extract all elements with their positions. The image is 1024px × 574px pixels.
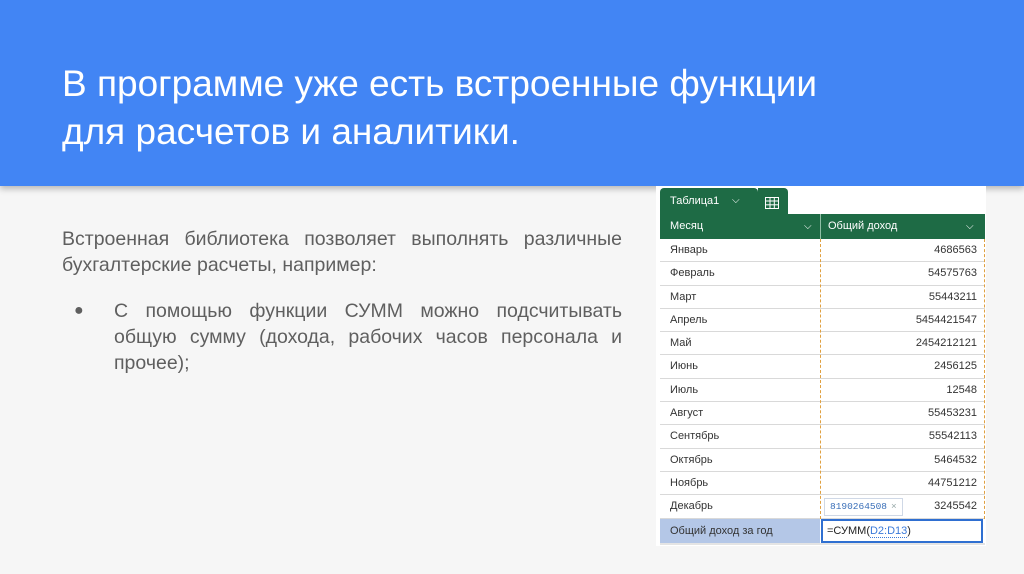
table-row: Январь 4686563 xyxy=(660,239,985,263)
month-cell[interactable]: Июль xyxy=(670,379,698,402)
month-cell[interactable]: Август xyxy=(670,402,703,425)
formula-prefix: =СУММ( xyxy=(827,525,870,537)
column-header-month[interactable]: Месяц xyxy=(670,214,703,239)
month-cell[interactable]: Июнь xyxy=(670,355,698,378)
table-header-row: Месяц ⌵ Общий доход ⌵ xyxy=(660,214,985,239)
table-bottom-border xyxy=(660,543,985,545)
table-tab-label: Таблица1 xyxy=(670,195,720,207)
slide-body: Встроенная библиотека позволяет выполнят… xyxy=(62,226,622,376)
month-cell[interactable]: Май xyxy=(670,332,692,355)
table-row: Октябрь 5464532 xyxy=(660,449,985,472)
bullet-item: ● С помощью функции СУММ можно подсчитыв… xyxy=(62,298,622,376)
bullet-dot-icon: ● xyxy=(74,302,84,319)
close-icon[interactable]: × xyxy=(891,501,897,512)
income-cell[interactable]: 4686563 xyxy=(934,239,977,262)
income-cell[interactable]: 54575763 xyxy=(928,262,977,285)
sum-tooltip: 8190264508 × xyxy=(824,498,903,516)
month-cell[interactable]: Январь xyxy=(670,239,708,262)
total-row: Общий доход за год =СУММ(D2:D13) xyxy=(660,519,985,543)
table-row: Ноябрь 44751212 xyxy=(660,472,985,496)
chevron-down-icon[interactable]: ⌵ xyxy=(804,214,812,239)
income-cell[interactable]: 44751212 xyxy=(928,472,977,495)
income-cell[interactable]: 55542113 xyxy=(929,425,977,448)
table-row: Декабрь 3245542 xyxy=(660,495,985,519)
sum-tooltip-value: 8190264508 xyxy=(830,501,888,512)
bullet-text: С помощью функции СУММ можно подсчитыват… xyxy=(114,300,622,374)
table-row: Май 2454212121 xyxy=(660,332,985,356)
intro-paragraph: Встроенная библиотека позволяет выполнят… xyxy=(62,228,622,276)
total-label-cell[interactable]: Общий доход за год xyxy=(660,519,820,543)
title-line-2: для расчетов и аналитики. xyxy=(62,111,520,152)
income-cell[interactable]: 2456125 xyxy=(934,355,977,378)
month-cell[interactable]: Ноябрь xyxy=(670,472,708,495)
table-row: Февраль 54575763 xyxy=(660,262,985,286)
formula-suffix: ) xyxy=(907,525,911,537)
income-cell[interactable]: 5454421547 xyxy=(916,309,977,332)
income-cell[interactable]: 12548 xyxy=(946,379,977,402)
header-divider xyxy=(820,214,821,239)
table-row: Апрель 5454421547 xyxy=(660,309,985,333)
month-cell[interactable]: Сентябрь xyxy=(670,425,719,448)
month-cell[interactable]: Февраль xyxy=(670,262,715,285)
table-grid-button[interactable] xyxy=(758,188,788,214)
selection-border-left xyxy=(820,239,821,519)
income-cell[interactable]: 3245542 xyxy=(934,495,977,518)
income-cell[interactable]: 2454212121 xyxy=(916,332,977,355)
formula-cell[interactable]: =СУММ(D2:D13) xyxy=(821,519,983,543)
table-row: Июнь 2456125 xyxy=(660,355,985,379)
slide-title: В программе уже есть встроенные функции … xyxy=(62,60,962,156)
selection-border-right xyxy=(984,239,985,519)
title-line-1: В программе уже есть встроенные функции xyxy=(62,63,818,104)
month-cell[interactable]: Апрель xyxy=(670,309,707,332)
table-tab[interactable]: Таблица1 ⌵ xyxy=(660,188,758,214)
column-header-income[interactable]: Общий доход xyxy=(828,214,897,239)
chevron-down-icon[interactable]: ⌵ xyxy=(966,214,974,239)
income-cell[interactable]: 5464532 xyxy=(934,449,977,472)
income-cell[interactable]: 55453231 xyxy=(928,402,977,425)
title-bar: В программе уже есть встроенные функции … xyxy=(0,0,1024,186)
table-row: Сентябрь 55542113 xyxy=(660,425,985,449)
month-cell[interactable]: Март xyxy=(670,286,696,309)
income-cell[interactable]: 55443211 xyxy=(929,286,977,309)
chevron-down-icon: ⌵ xyxy=(732,195,740,206)
formula-range-ref: D2:D13 xyxy=(869,525,908,538)
table-row: Август 55453231 xyxy=(660,402,985,426)
table-grid-icon xyxy=(765,197,779,209)
month-cell[interactable]: Декабрь xyxy=(670,495,713,518)
table-row: Март 55443211 xyxy=(660,286,985,309)
month-cell[interactable]: Октябрь xyxy=(670,449,713,472)
table-row: Июль 12548 xyxy=(660,379,985,403)
table-body: Январь 4686563 Февраль 54575763 Март 55443211… xyxy=(660,239,985,519)
spreadsheet-screenshot: Таблица1 ⌵ Месяц ⌵ Общий доход ⌵ Январь 4… xyxy=(656,186,986,546)
